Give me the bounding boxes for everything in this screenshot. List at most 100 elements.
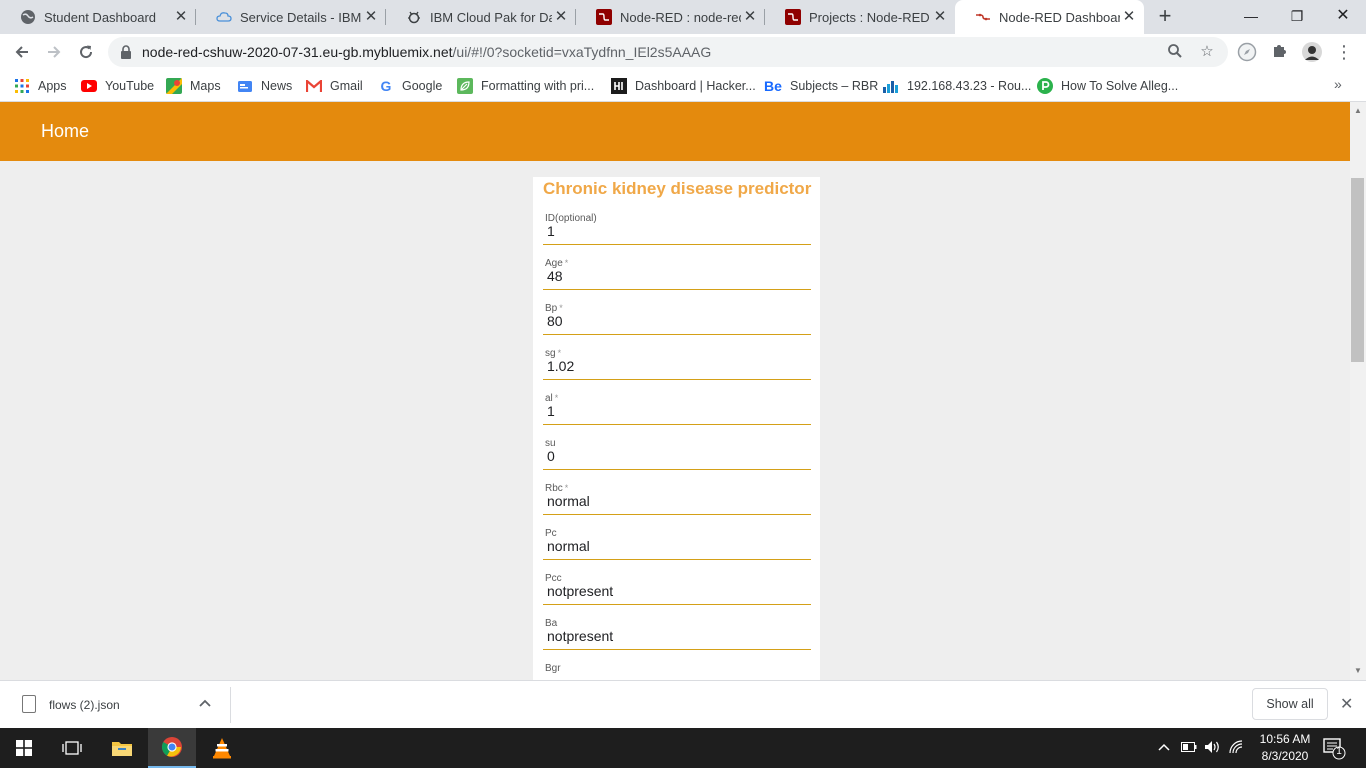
router-chart-icon xyxy=(883,78,899,94)
bookmark-youtube[interactable]: YouTube xyxy=(81,76,154,96)
download-shelf: flows (2).json Show all ✕ xyxy=(0,680,1366,728)
chevron-up-icon[interactable] xyxy=(199,694,211,710)
download-filename[interactable]: flows (2).json xyxy=(49,698,120,712)
vlc-icon[interactable] xyxy=(198,728,246,768)
field-input[interactable] xyxy=(547,628,807,644)
volume-icon[interactable] xyxy=(1204,739,1222,757)
gmail-icon xyxy=(306,78,322,94)
form-field: sg * xyxy=(543,348,811,390)
forward-icon[interactable] xyxy=(40,38,68,66)
bookmark-label: News xyxy=(261,79,293,93)
tab-ibm-cloud-pak[interactable]: IBM Cloud Pak for Data ✕ xyxy=(386,0,576,34)
minimize-icon[interactable]: — xyxy=(1228,0,1274,32)
menu-kebab-icon[interactable]: ⋮ xyxy=(1334,42,1354,62)
browser-toolbar: node-red-cshuw-2020-07-31.eu-gb.mybluemi… xyxy=(0,34,1366,70)
address-bar[interactable]: node-red-cshuw-2020-07-31.eu-gb.mybluemi… xyxy=(108,37,1228,67)
youtube-icon xyxy=(81,78,97,94)
zoom-icon[interactable] xyxy=(1166,43,1184,61)
tab-node-red-dashboard[interactable]: Node-RED Dashboard ✕ xyxy=(955,0,1144,34)
field-underline xyxy=(543,514,811,515)
bookmark-label: Dashboard | Hacker... xyxy=(635,79,756,93)
tab-title: Node-RED : node-red-c xyxy=(620,9,741,25)
bookmark-maps[interactable]: Maps xyxy=(166,76,221,96)
field-input[interactable] xyxy=(547,268,807,284)
page-scrollbar[interactable]: ▲ ▼ xyxy=(1350,102,1366,680)
scroll-down-icon[interactable]: ▼ xyxy=(1353,666,1363,675)
scroll-up-icon[interactable]: ▲ xyxy=(1353,106,1363,115)
restore-icon[interactable]: ❐ xyxy=(1274,0,1320,32)
bookmark-label: YouTube xyxy=(105,79,155,93)
close-window-icon[interactable]: ✕ xyxy=(1320,0,1366,32)
lock-icon xyxy=(120,45,132,59)
field-input[interactable] xyxy=(547,448,807,464)
close-tab-icon[interactable]: ✕ xyxy=(552,8,570,26)
field-underline xyxy=(543,379,811,380)
bookmark-hackerearth[interactable]: Dashboard | Hacker... xyxy=(611,76,756,96)
scrollbar-thumb[interactable] xyxy=(1351,178,1364,362)
field-input[interactable] xyxy=(547,673,807,680)
url-text: node-red-cshuw-2020-07-31.eu-gb.mybluemi… xyxy=(142,44,712,60)
field-input[interactable] xyxy=(547,493,807,509)
bookmark-how-to-solve[interactable]: How To Solve Alleg... xyxy=(1037,76,1178,96)
field-input[interactable] xyxy=(547,583,807,599)
close-tab-icon[interactable]: ✕ xyxy=(172,8,190,26)
form-field: Pc xyxy=(543,528,811,570)
tray-overflow-icon[interactable] xyxy=(1158,739,1170,754)
extension-compass-icon[interactable] xyxy=(1237,42,1257,62)
close-shelf-icon[interactable]: ✕ xyxy=(1340,694,1353,714)
form-field: al * xyxy=(543,393,811,435)
tab-title: Node-RED Dashboard xyxy=(999,9,1120,25)
close-tab-icon[interactable]: ✕ xyxy=(741,8,759,26)
bookmark-router[interactable]: 192.168.43.23 - Rou... xyxy=(883,76,1031,96)
field-input[interactable] xyxy=(547,223,807,239)
bookmarks-bar: Apps YouTube Maps News Gmail G Google Fo… xyxy=(0,70,1366,102)
system-clock[interactable]: 10:56 AM 8/3/2020 xyxy=(1250,731,1320,765)
bookmark-news[interactable]: News xyxy=(237,76,292,96)
field-input[interactable] xyxy=(547,538,807,554)
notification-center-icon[interactable]: 1 xyxy=(1322,736,1346,760)
tab-student-dashboard[interactable]: Student Dashboard ✕ xyxy=(0,0,196,34)
network-icon[interactable] xyxy=(1229,739,1245,757)
tab-title: Service Details - IBM Cl xyxy=(240,9,362,25)
battery-icon[interactable] xyxy=(1181,739,1197,755)
task-view-icon[interactable] xyxy=(48,728,96,768)
file-explorer-icon[interactable] xyxy=(98,728,146,768)
profile-avatar[interactable] xyxy=(1302,42,1322,62)
bookmark-gmail[interactable]: Gmail xyxy=(306,76,363,96)
clock-time: 10:56 AM xyxy=(1259,732,1311,746)
bookmark-formatting[interactable]: Formatting with pri... xyxy=(457,76,594,96)
extensions-puzzle-icon[interactable] xyxy=(1270,42,1290,62)
windows-start-icon[interactable] xyxy=(0,728,48,768)
tab-projects-node-red[interactable]: Projects : Node-RED ✕ xyxy=(765,0,955,34)
form-field: Rbc * xyxy=(543,483,811,525)
close-tab-icon[interactable]: ✕ xyxy=(1120,8,1138,26)
tab-title: IBM Cloud Pak for Data xyxy=(430,9,552,25)
show-all-button[interactable]: Show all xyxy=(1252,688,1328,720)
notification-count-badge: 1 xyxy=(1336,746,1342,757)
bookmark-label: Maps xyxy=(190,79,221,93)
close-tab-icon[interactable]: ✕ xyxy=(362,8,380,26)
google-icon: G xyxy=(380,78,392,94)
close-tab-icon[interactable]: ✕ xyxy=(931,8,949,26)
bookmark-apps[interactable]: Apps xyxy=(14,76,67,96)
field-underline xyxy=(543,649,811,650)
bookmark-star-icon[interactable]: ☆ xyxy=(1198,43,1216,61)
field-input[interactable] xyxy=(547,313,807,329)
field-input[interactable] xyxy=(547,403,807,419)
bookmark-google[interactable]: G Google xyxy=(378,76,443,96)
news-icon xyxy=(237,78,253,94)
behance-icon: Be xyxy=(764,78,782,94)
tab-service-details[interactable]: Service Details - IBM Cl ✕ xyxy=(196,0,386,34)
bookmark-label: Subjects – RBR xyxy=(790,79,879,93)
new-tab-icon[interactable]: + xyxy=(1152,4,1178,30)
required-mark: * xyxy=(557,348,562,358)
form-field: Bp * xyxy=(543,303,811,345)
tab-node-red-editor[interactable]: Node-RED : node-red-c ✕ xyxy=(576,0,765,34)
field-underline xyxy=(543,424,811,425)
field-input[interactable] xyxy=(547,358,807,374)
reload-icon[interactable] xyxy=(72,38,100,66)
bookmark-subjects-rbr[interactable]: Be Subjects – RBR xyxy=(764,76,878,96)
chrome-icon[interactable] xyxy=(148,728,196,768)
back-icon[interactable] xyxy=(8,38,36,66)
bookmarks-overflow-icon[interactable]: » xyxy=(1334,76,1342,92)
